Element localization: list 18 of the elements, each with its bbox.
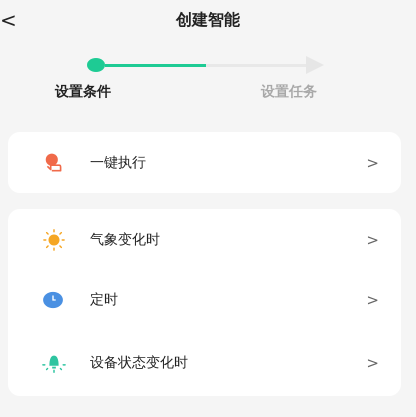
step-label: 设置任务: [261, 83, 317, 101]
chevron-icon: >: [366, 290, 379, 308]
list-item[interactable]: 气象变化时 >: [8, 211, 401, 268]
chevron-icon: >: [366, 354, 379, 372]
page-title: 创建智能: [176, 10, 240, 30]
clock-icon: [42, 290, 64, 308]
chevron-icon: >: [366, 154, 379, 172]
item-label: 设备状态变化时: [90, 354, 189, 372]
item-label: 定时: [90, 290, 119, 308]
chevron-icon: >: [366, 230, 379, 248]
back-button[interactable]: <: [0, 8, 19, 32]
list-item[interactable]: 一键执行 >: [8, 134, 401, 191]
list-item[interactable]: 设备状态变化时 >: [8, 331, 401, 394]
item-label: 气象变化时: [90, 230, 161, 248]
sun-icon: [42, 228, 66, 250]
step-label: 设置条件: [55, 83, 111, 101]
list-item[interactable]: 定时 >: [8, 268, 401, 331]
item-label: 一键执行: [90, 154, 147, 172]
